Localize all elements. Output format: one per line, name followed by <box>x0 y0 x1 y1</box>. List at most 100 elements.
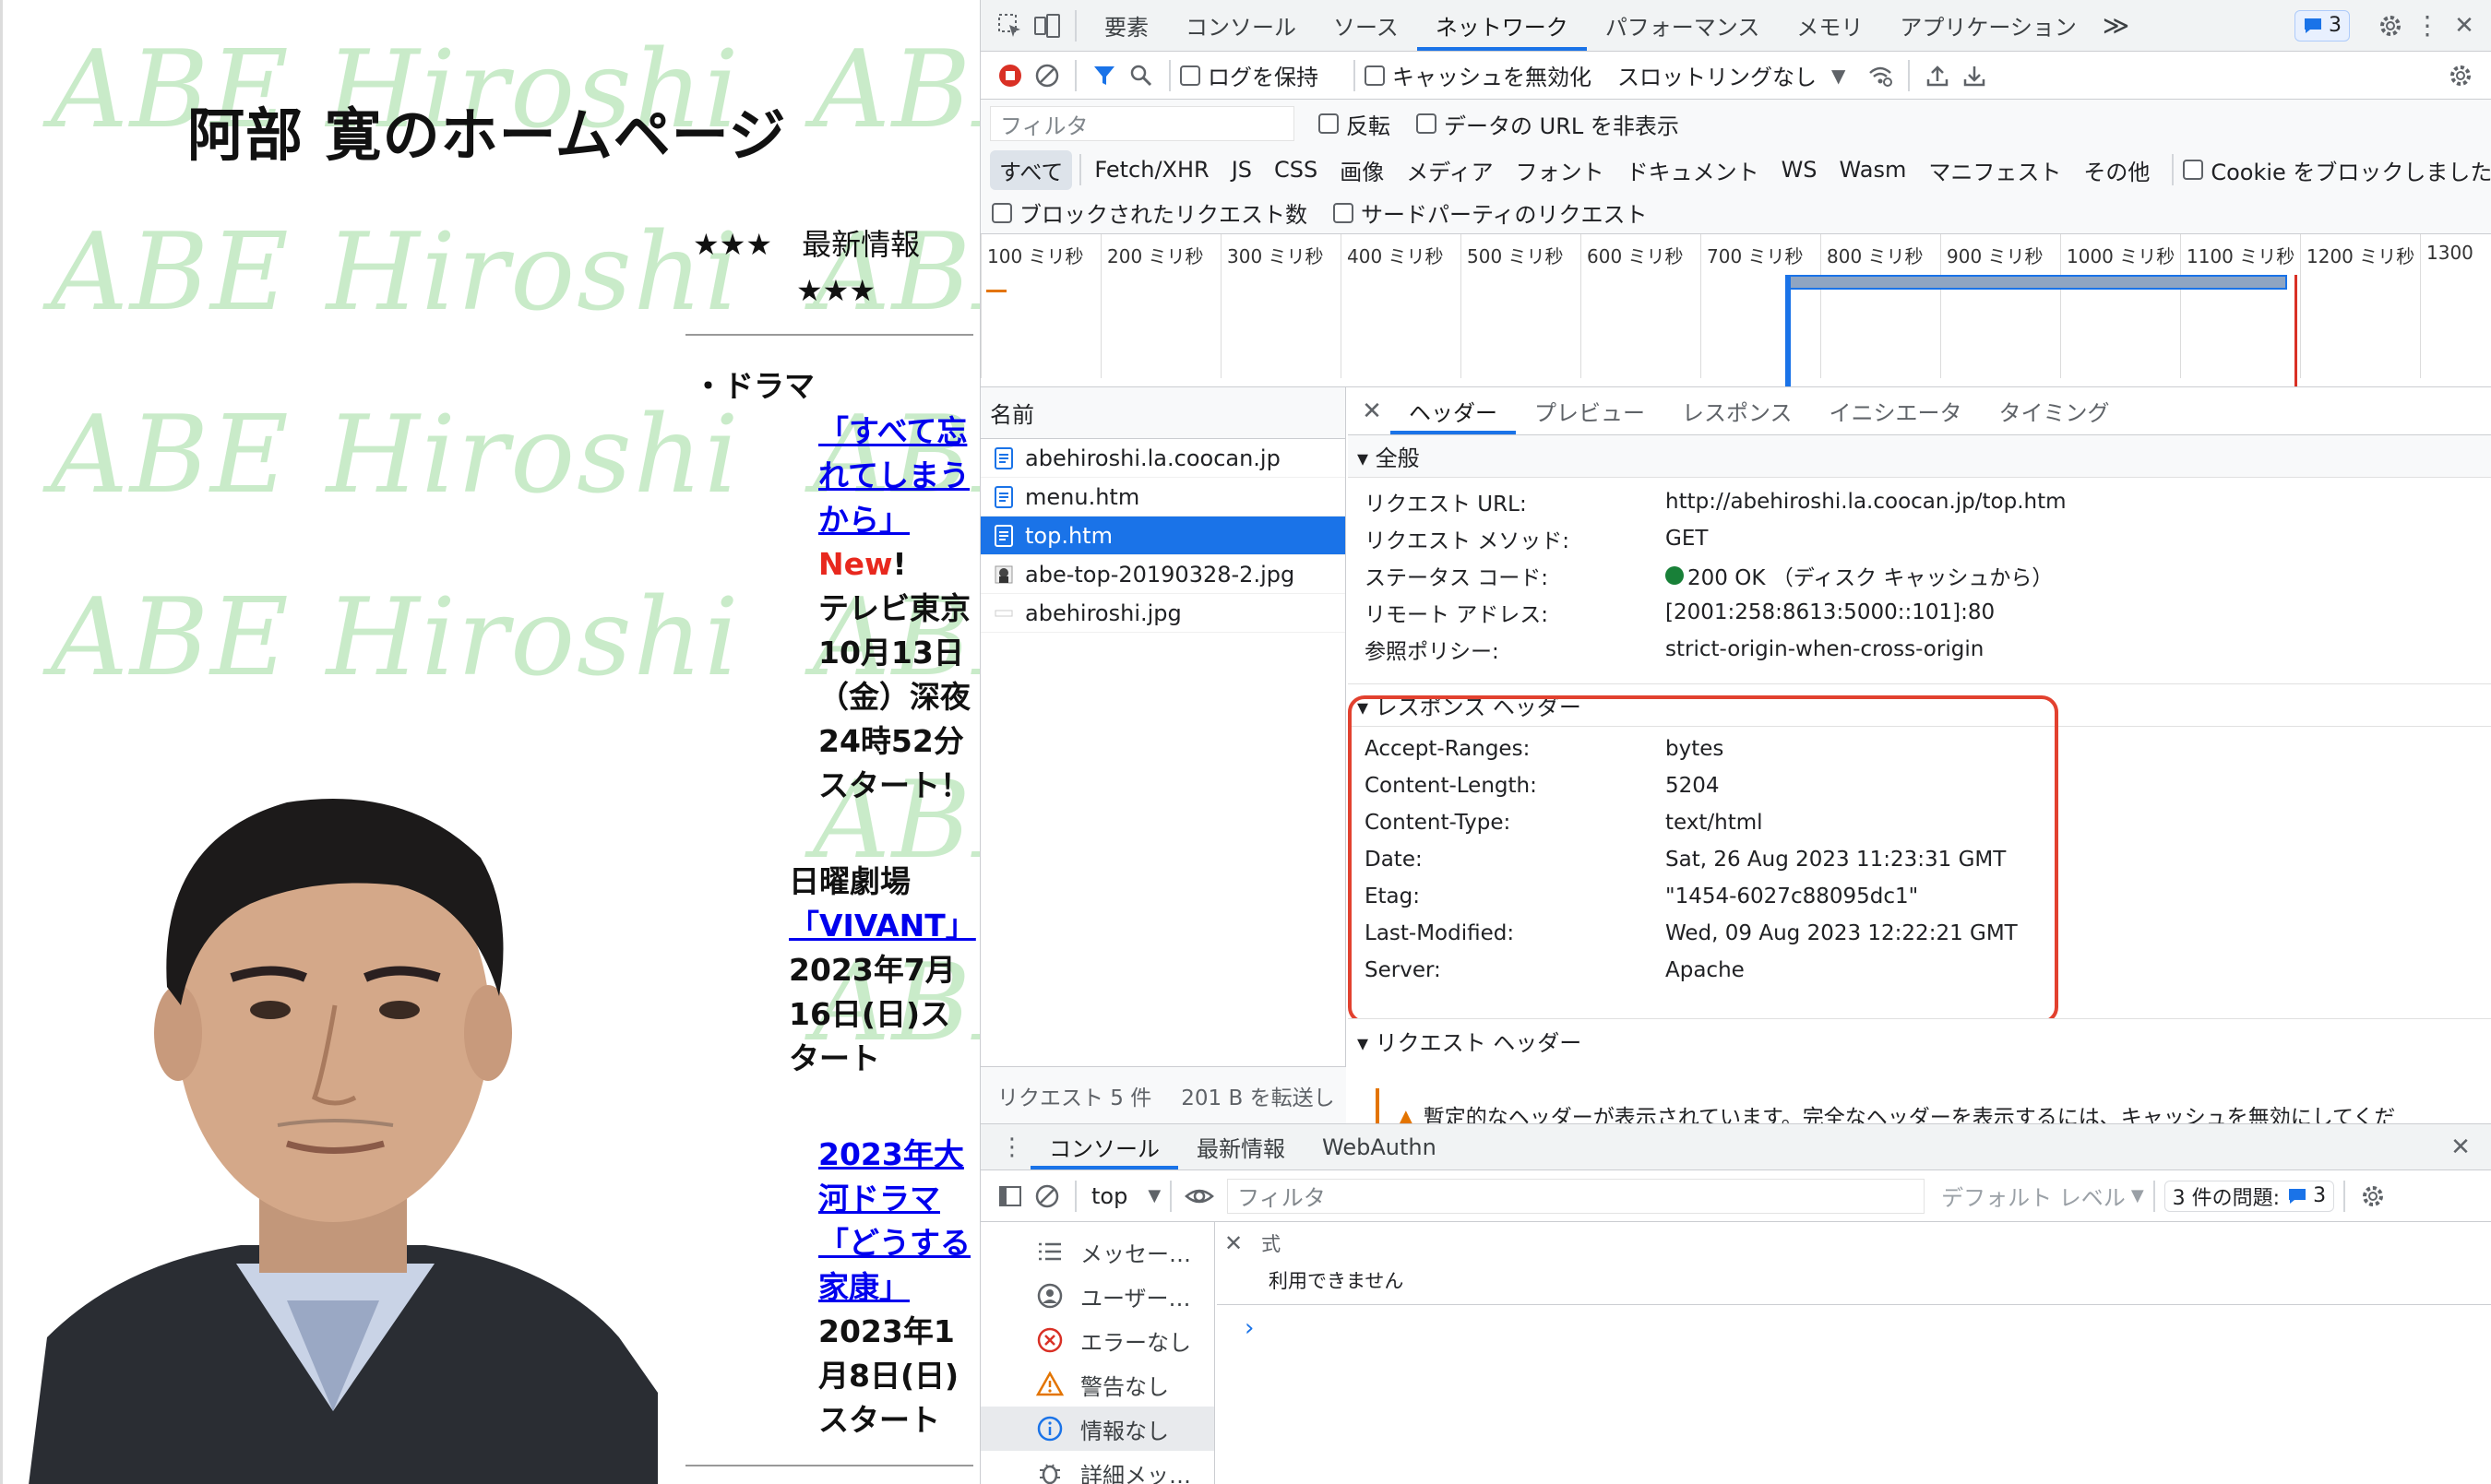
general-row-status: ステータス コード: 200 OK （ディスク キャッシュから） <box>1365 566 2054 590</box>
type-filter-wasm[interactable]: Wasm <box>1830 153 1916 186</box>
blocked-requests-checkbox[interactable]: ブロックされたリクエスト数 <box>992 196 1307 229</box>
drawer-menu-icon[interactable]: ⋮ <box>994 1129 1031 1166</box>
search-icon[interactable] <box>1123 57 1160 94</box>
tab-memory[interactable]: メモリ <box>1778 0 1881 51</box>
chevron-down-icon[interactable]: ▼ <box>1831 65 1845 87</box>
blocked-cookies-checkbox[interactable]: Cookie をブロックしました <box>2183 154 2491 186</box>
context-select[interactable]: top <box>1091 1183 1127 1209</box>
console-filter-input[interactable]: フィルタ <box>1227 1178 1925 1214</box>
timeline-tick: 500 ミリ秒 <box>1460 234 1580 378</box>
close-detail-icon[interactable]: ✕ <box>1353 393 1390 430</box>
request-headers-section-header[interactable]: ▾ リクエスト ヘッダー <box>1348 1019 2491 1062</box>
general-section-header[interactable]: ▾ 全般 <box>1348 435 2491 478</box>
sidebar-toggle-icon[interactable] <box>992 1178 1029 1215</box>
type-filter-media[interactable]: メディア <box>1397 150 1502 190</box>
request-detail: ✕ ヘッダー プレビュー レスポンス イニシエータ タイミング ▾ 全般 リクエ… <box>1348 387 2491 1123</box>
type-filter-doc[interactable]: ドキュメント <box>1617 150 1769 190</box>
response-headers-section-header[interactable]: ▾ レスポンス ヘッダー <box>1348 684 2491 727</box>
throttling-select[interactable]: スロットリングなし <box>1617 59 1817 91</box>
inspect-element-icon[interactable] <box>992 7 1029 44</box>
issues-badge[interactable]: 3 <box>2294 9 2350 42</box>
type-filter-js[interactable]: JS <box>1222 153 1261 186</box>
response-header-row: Date: Sat, 26 Aug 2023 11:23:31 GMT <box>1365 848 2007 872</box>
request-row[interactable]: menu.htm <box>981 478 1345 516</box>
list-icon <box>1034 1236 1066 1267</box>
tab-elements[interactable]: 要素 <box>1086 0 1167 51</box>
sidebar-item-errors[interactable]: エラーなし <box>981 1318 1214 1362</box>
provisional-headers-warning: ▲ 暫定的なヘッダーが表示されています。完全なヘッダーを表示するには、キャッシュを… <box>1376 1088 2483 1123</box>
sidebar-item-info[interactable]: 情報なし <box>981 1407 1214 1451</box>
preserve-log-checkbox[interactable]: ログを保持 <box>1180 59 1318 91</box>
request-row-selected[interactable]: top.htm <box>981 516 1345 555</box>
tab-sources[interactable]: ソース <box>1315 0 1417 51</box>
tab-initiator[interactable]: イニシエータ <box>1811 387 1981 434</box>
drawer-tab-whats-new[interactable]: 最新情報 <box>1178 1124 1304 1169</box>
request-row[interactable]: abehiroshi.la.coocan.jp <box>981 439 1345 478</box>
timeline-tick: 900 ミリ秒 <box>1940 234 2060 378</box>
console-issues-button[interactable]: 3 件の問題: 3 <box>2163 1180 2335 1212</box>
type-filter-img[interactable]: 画像 <box>1330 150 1393 190</box>
drama-link-subete[interactable]: 「すべて忘れてしまうから」 <box>818 410 975 542</box>
timeline-overview[interactable]: 100 ミリ秒 200 ミリ秒 300 ミリ秒 400 ミリ秒 500 ミリ秒 … <box>981 234 2491 387</box>
filter-icon[interactable] <box>1086 57 1123 94</box>
console-settings-icon[interactable] <box>2354 1178 2391 1215</box>
network-conditions-icon[interactable] <box>1862 57 1899 94</box>
invert-checkbox[interactable]: 反転 <box>1318 108 1390 140</box>
request-row[interactable]: abehiroshi.jpg <box>981 594 1345 633</box>
clear-console-icon[interactable] <box>1029 1178 1066 1215</box>
chevron-down-icon[interactable]: ▼ <box>1148 1186 1161 1205</box>
response-header-row: Etag: "1454-6027c88095dc1" <box>1365 884 1919 908</box>
drawer-tab-webauthn[interactable]: WebAuthn <box>1304 1124 1455 1169</box>
type-filter-font[interactable]: フォント <box>1507 150 1614 190</box>
more-options-icon[interactable]: ⋮ <box>2409 7 2446 44</box>
type-filter-other[interactable]: その他 <box>2074 150 2159 190</box>
sidebar-item-warnings[interactable]: 警告なし <box>981 1362 1214 1407</box>
console-prompt[interactable]: › <box>1217 1305 2491 1342</box>
tab-console[interactable]: コンソール <box>1167 0 1315 51</box>
record-stop-icon[interactable] <box>992 57 1029 94</box>
column-header-name[interactable]: 名前 <box>981 387 1345 439</box>
timeline-bar-early <box>986 290 1007 292</box>
remove-expression-icon[interactable]: ✕ <box>1224 1230 1243 1256</box>
sidebar-item-messages[interactable]: メッセー… <box>981 1229 1214 1274</box>
section-drama: ・ドラマ <box>693 368 815 404</box>
tab-network[interactable]: ネットワーク <box>1416 0 1587 51</box>
hide-data-urls-checkbox[interactable]: データの URL を非表示 <box>1416 108 1679 140</box>
type-filter-manifest[interactable]: マニフェスト <box>1919 150 2070 190</box>
news-header-right: ★★★ <box>795 273 876 308</box>
watermark: ABE Hiroshi <box>51 576 741 700</box>
request-row[interactable]: abe-top-20190328-2.jpg <box>981 555 1345 594</box>
device-toolbar-icon[interactable] <box>1029 7 1066 44</box>
export-har-icon[interactable] <box>1956 57 1993 94</box>
tab-headers[interactable]: ヘッダー <box>1390 387 1516 434</box>
type-filter-css[interactable]: CSS <box>1265 153 1327 186</box>
more-tabs-icon[interactable]: ≫ <box>2095 0 2137 51</box>
settings-icon[interactable] <box>2372 7 2409 44</box>
live-expression-eye-icon[interactable] <box>1181 1178 1218 1215</box>
network-settings-icon[interactable] <box>2442 57 2479 94</box>
close-drawer-icon[interactable]: ✕ <box>2442 1129 2479 1166</box>
timeline-tick: 600 ミリ秒 <box>1580 234 1700 378</box>
tab-timing[interactable]: タイミング <box>1981 387 2128 434</box>
close-icon[interactable]: ✕ <box>2446 7 2483 44</box>
filter-input[interactable]: フィルタ <box>990 106 1294 141</box>
chevron-down-icon[interactable]: ▼ <box>2131 1186 2144 1205</box>
tab-preview[interactable]: プレビュー <box>1516 387 1663 434</box>
drama-link-vivant[interactable]: 「VIVANT」 <box>789 904 976 948</box>
sidebar-item-verbose[interactable]: 詳細メッ… <box>981 1451 1214 1484</box>
news-item-2: 日曜劇場 「VIVANT」 2023年7月16日(日)スタート <box>789 860 976 1081</box>
disable-cache-checkbox[interactable]: キャッシュを無効化 <box>1365 59 1591 91</box>
drawer-tab-console[interactable]: コンソール <box>1031 1124 1178 1169</box>
type-filter-ws[interactable]: WS <box>1772 153 1827 186</box>
clear-icon[interactable] <box>1029 57 1066 94</box>
import-har-icon[interactable] <box>1919 57 1956 94</box>
type-filter-fetch-xhr[interactable]: Fetch/XHR <box>1085 153 1218 186</box>
drama-link-ieyasu[interactable]: 2023年大河ドラマ「どうする家康」 <box>818 1133 975 1310</box>
tab-performance[interactable]: パフォーマンス <box>1587 0 1779 51</box>
log-level-select[interactable]: デフォルト レベル <box>1941 1180 2126 1212</box>
third-party-checkbox[interactable]: サードパーティのリクエスト <box>1333 196 1648 229</box>
tab-response[interactable]: レスポンス <box>1663 387 1811 434</box>
type-filter-all[interactable]: すべて <box>990 149 1073 190</box>
tab-application[interactable]: アプリケーション <box>1881 0 2095 51</box>
sidebar-item-user-messages[interactable]: ユーザー… <box>981 1274 1214 1318</box>
